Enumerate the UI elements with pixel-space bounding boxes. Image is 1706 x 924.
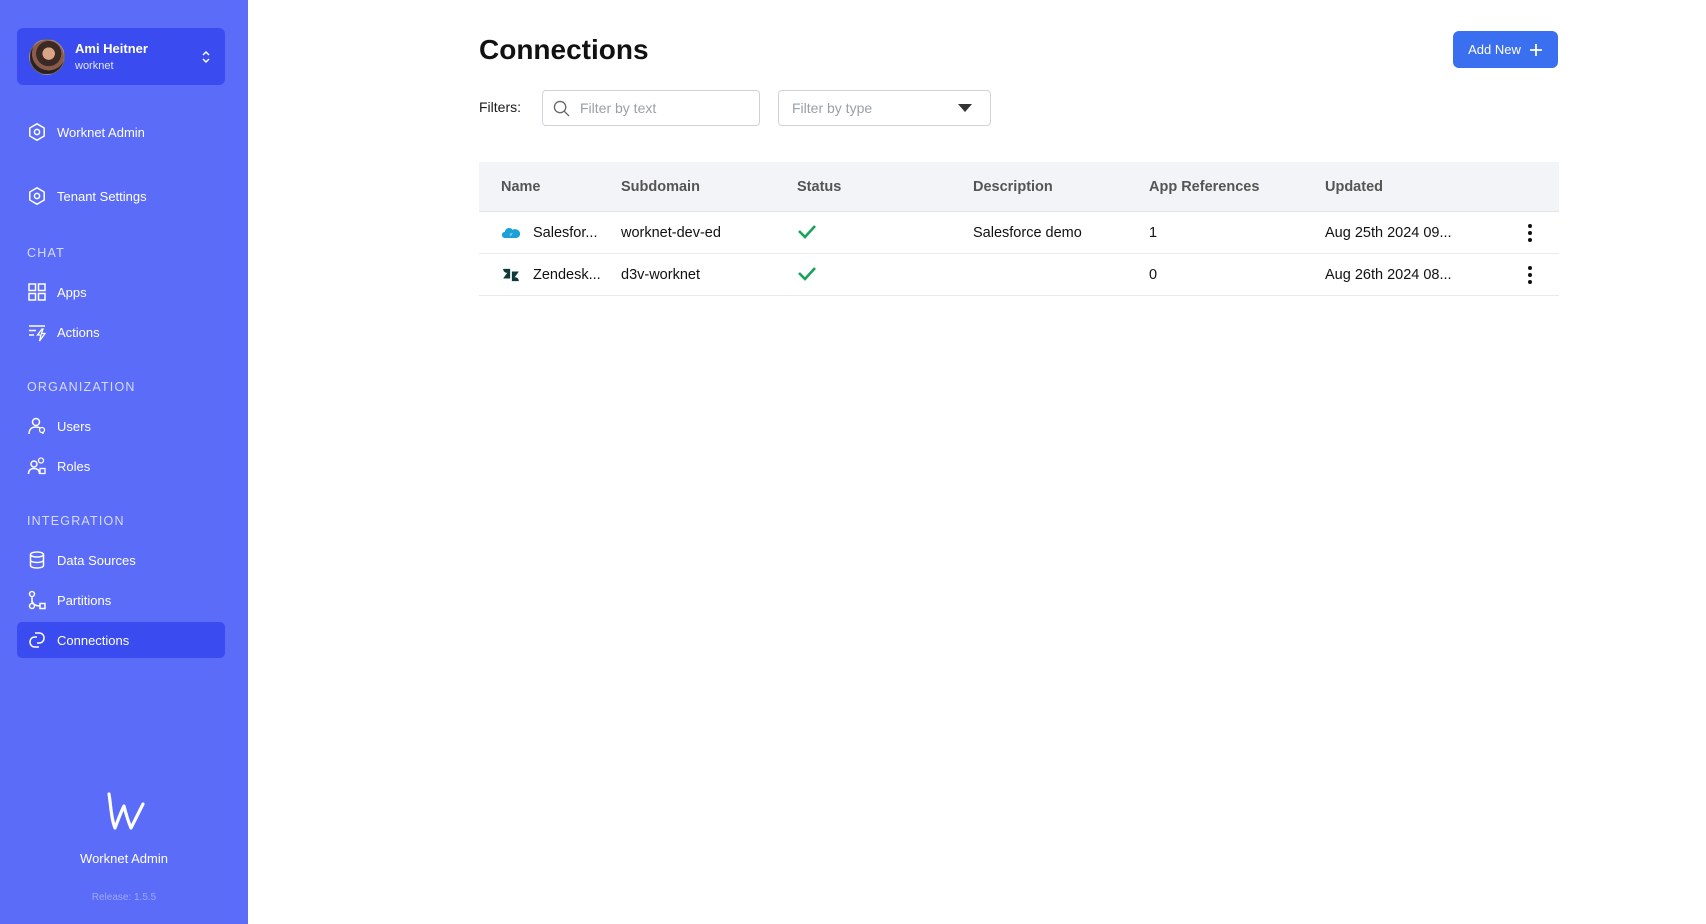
sidebar-item-label: Roles	[57, 458, 91, 474]
add-new-button[interactable]: Add New	[1453, 31, 1558, 68]
user-org: worknet	[75, 59, 114, 72]
worknet-logo	[101, 790, 147, 841]
column-header-app-references[interactable]: App References	[1149, 179, 1325, 195]
section-label-organization: ORGANIZATION	[27, 380, 136, 394]
zendesk-icon	[501, 268, 521, 282]
section-label-chat: CHAT	[27, 246, 65, 260]
sidebar-item-label: Tenant Settings	[57, 188, 147, 204]
connection-app-references: 0	[1149, 266, 1158, 283]
sidebar-item-label: Worknet Admin	[57, 124, 145, 140]
partition-icon	[27, 590, 47, 610]
connection-name[interactable]: Salesfor...	[533, 225, 597, 241]
roles-icon	[27, 456, 47, 476]
sidebar-item-roles[interactable]: Roles	[17, 448, 225, 484]
salesforce-icon: sf	[501, 226, 521, 240]
sidebar-item-actions[interactable]: Actions	[17, 314, 225, 350]
user-switcher[interactable]: Ami Heitner worknet	[17, 28, 225, 85]
sidebar-item-apps[interactable]: Apps	[17, 274, 225, 310]
connection-subdomain: d3v-worknet	[621, 266, 700, 283]
sidebar-item-users[interactable]: Users	[17, 408, 225, 444]
filter-text-input[interactable]	[580, 100, 750, 116]
column-header-name[interactable]: Name	[479, 179, 621, 195]
sidebar-item-worknet-admin[interactable]: Worknet Admin	[17, 114, 225, 150]
release-version: Release: 1.5.5	[91, 892, 157, 903]
filter-text-field[interactable]	[542, 90, 760, 126]
sidebar-item-label: Partitions	[57, 592, 112, 608]
database-icon	[27, 550, 47, 570]
section-label-integration: INTEGRATION	[27, 514, 125, 528]
sidebar-item-label: Connections	[57, 632, 130, 648]
column-header-updated[interactable]: Updated	[1325, 179, 1501, 195]
avatar	[29, 38, 65, 75]
sidebar-item-partitions[interactable]: Partitions	[17, 582, 225, 618]
sidebar-item-data-sources[interactable]: Data Sources	[17, 542, 225, 578]
column-header-status[interactable]: Status	[797, 179, 973, 195]
table-header: Name Subdomain Status Description App Re…	[479, 162, 1559, 212]
sidebar-item-label: Data Sources	[57, 552, 136, 568]
more-vertical-icon[interactable]	[1501, 265, 1559, 285]
plus-icon	[1529, 43, 1542, 56]
connection-description: Salesforce demo	[973, 224, 1082, 241]
connection-subdomain: worknet-dev-ed	[621, 224, 721, 241]
column-header-description[interactable]: Description	[973, 179, 1149, 195]
bolt-list-icon	[27, 322, 47, 342]
chevron-up-down-icon[interactable]	[199, 48, 213, 66]
connection-updated: Aug 26th 2024 08...	[1325, 266, 1452, 283]
status-check-icon	[797, 221, 973, 245]
connection-updated: Aug 25th 2024 09...	[1325, 224, 1452, 241]
connections-icon	[27, 630, 47, 650]
filter-type-placeholder: Filter by type	[792, 100, 873, 116]
connections-table: Name Subdomain Status Description App Re…	[479, 162, 1559, 296]
table-row[interactable]: Zendesk... d3v-worknet 0 Aug 26th 2024 0…	[479, 254, 1559, 296]
add-new-label: Add New	[1468, 42, 1521, 57]
grid-icon	[27, 282, 47, 302]
filter-type-select[interactable]: Filter by type	[778, 90, 991, 126]
users-icon	[27, 416, 47, 436]
caret-down-icon	[958, 104, 972, 112]
hexagon-icon	[27, 122, 47, 142]
sidebar: Ami Heitner worknet Worknet Admin Tenant…	[0, 0, 248, 924]
sidebar-item-tenant-settings[interactable]: Tenant Settings	[17, 178, 225, 214]
sidebar-item-label: Users	[57, 418, 91, 434]
connection-app-references: 1	[1149, 224, 1158, 241]
connection-name[interactable]: Zendesk...	[533, 267, 601, 283]
column-header-subdomain[interactable]: Subdomain	[621, 179, 797, 195]
table-row[interactable]: sf Salesfor... worknet-dev-ed Salesforce…	[479, 212, 1559, 254]
user-name: Ami Heitner	[75, 40, 148, 56]
search-icon	[553, 100, 570, 117]
sidebar-item-label: Actions	[57, 324, 100, 340]
sidebar-item-connections[interactable]: Connections	[17, 622, 225, 658]
brand-block: Worknet Admin Release: 1.5.5	[0, 790, 248, 903]
sidebar-item-label: Apps	[57, 284, 87, 300]
brand-name: Worknet Admin	[80, 851, 168, 866]
hexagon-icon	[27, 186, 47, 206]
filters-label: Filters:	[479, 99, 521, 115]
status-check-icon	[797, 263, 973, 287]
page-title: Connections	[479, 34, 649, 65]
more-vertical-icon[interactable]	[1501, 223, 1559, 243]
